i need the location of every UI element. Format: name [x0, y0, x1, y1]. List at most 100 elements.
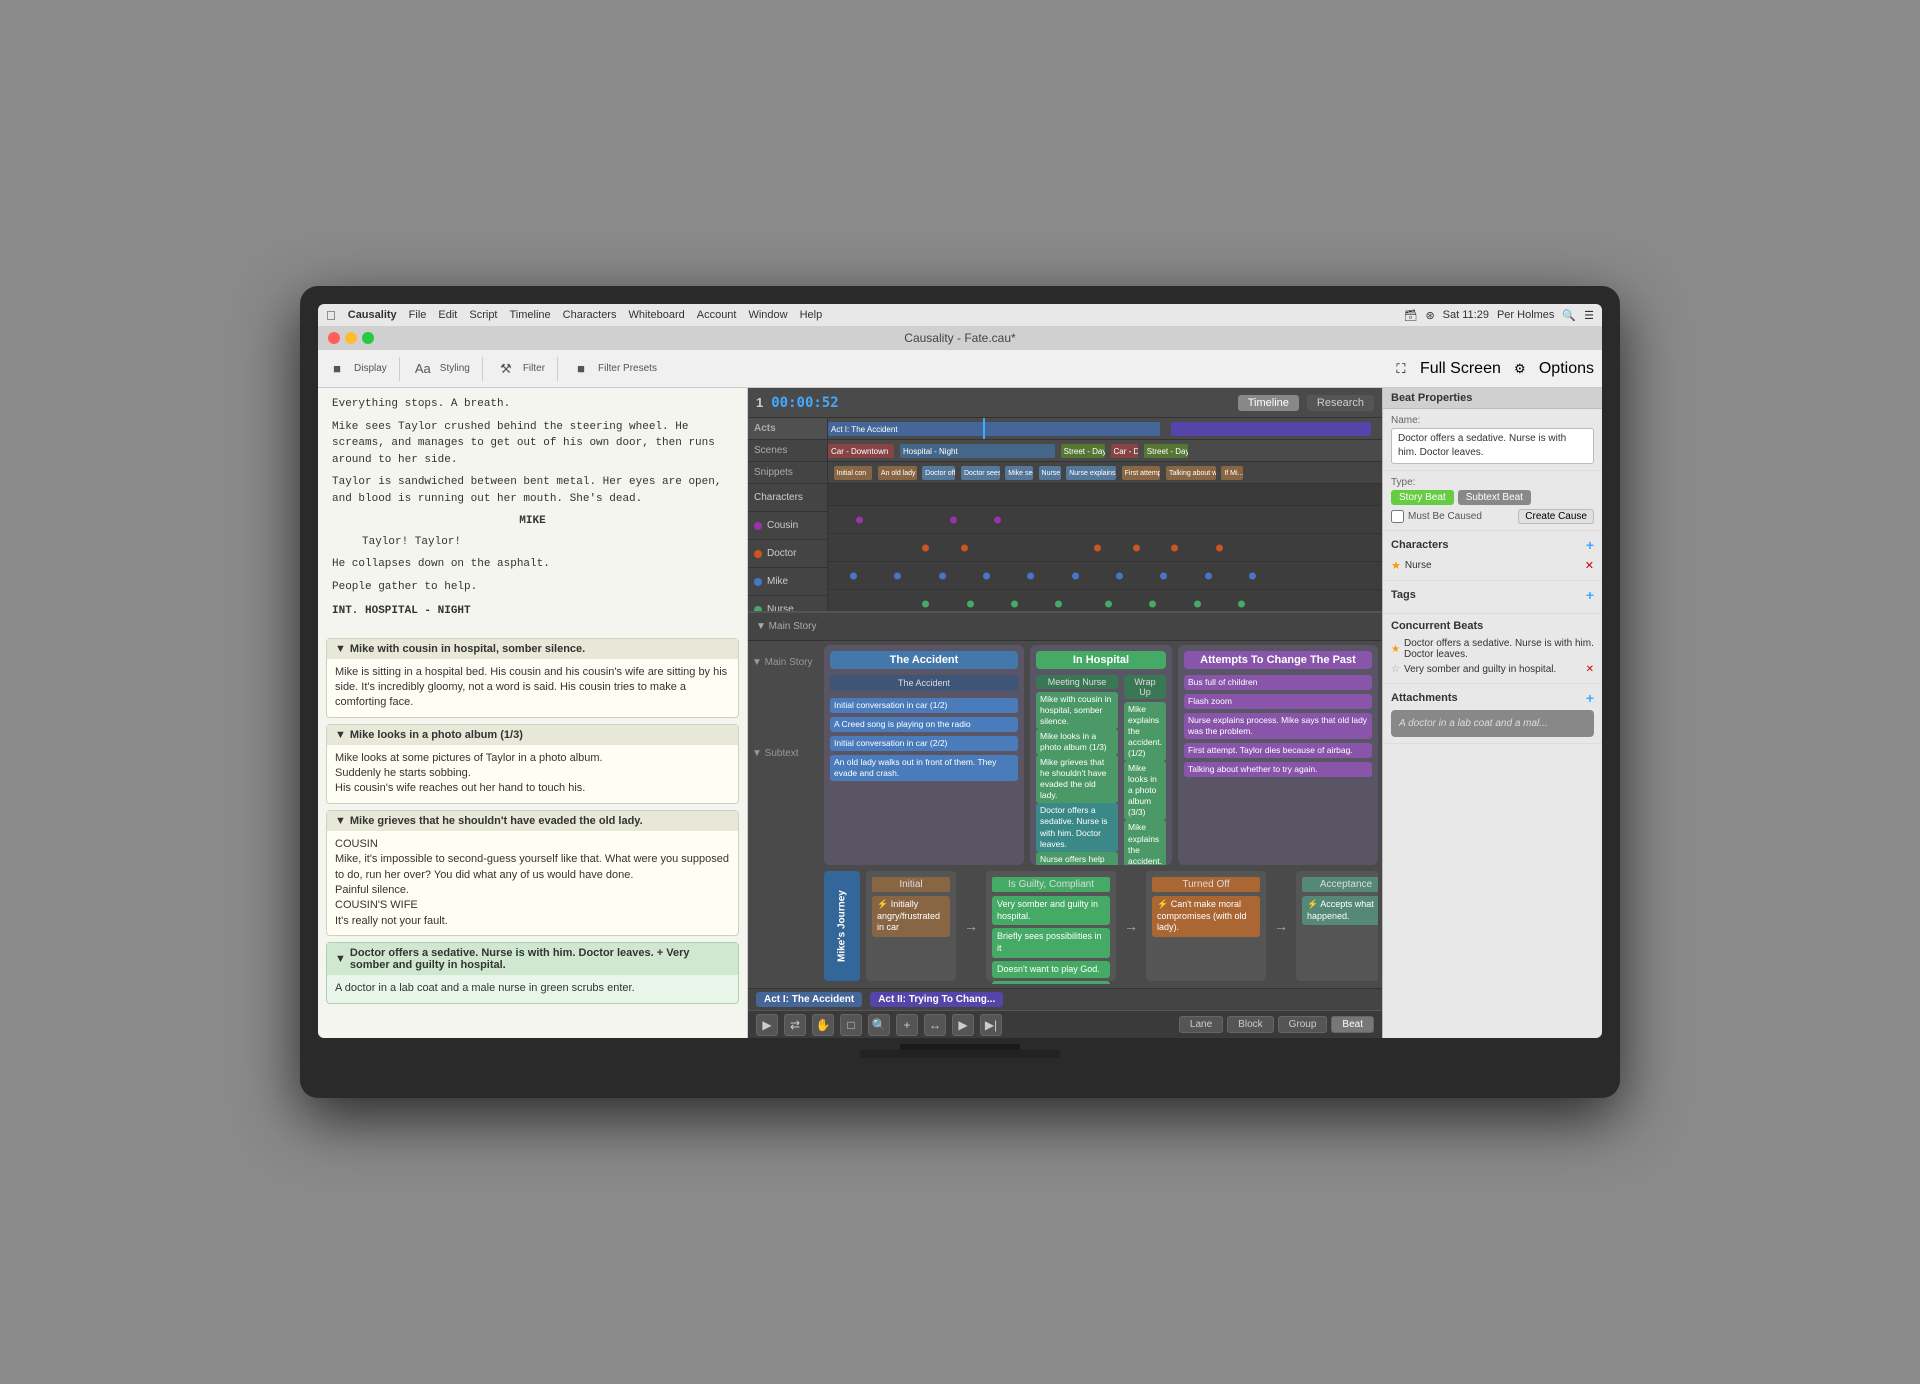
bp-beat-item-1: ★ Doctor offers a sedative. Nurse is wit…: [1391, 636, 1594, 662]
tool-skip[interactable]: ▶|: [980, 1014, 1002, 1036]
filter-icon[interactable]: ⚒: [495, 358, 517, 380]
act2-bar: [1171, 422, 1370, 436]
toolbar: ■ Display Aa Styling ⚒ Filter ■ Filter P…: [318, 350, 1602, 388]
subtext-guilty-card-1[interactable]: Very somber and guilty in hospital.: [992, 896, 1110, 925]
subtext-guilty-card-4[interactable]: Follows instructions without objecting: [992, 981, 1110, 984]
wb-act2-cols: Meeting Nurse Mike with cousin in hospit…: [1036, 675, 1166, 865]
tool-frame[interactable]: □: [840, 1014, 862, 1036]
menubar-right: 🗃 ⊛ Sat 11:29 Per Holmes 🔍 ☰: [1403, 309, 1594, 322]
wb-act2-wrapup-1[interactable]: Mike explains the accident. (1/2): [1124, 702, 1166, 761]
timeline-complete: Acts Scenes Snippets Characters Cousin D…: [748, 418, 1382, 613]
menu-edit[interactable]: Edit: [438, 309, 457, 321]
tool-zoom-in[interactable]: +: [896, 1014, 918, 1036]
subtext-guilty-card-2[interactable]: Briefly sees possibilities in it: [992, 928, 1110, 957]
wb-act3-card-4[interactable]: First attempt. Taylor dies because of ai…: [1184, 743, 1372, 758]
menu-file[interactable]: File: [409, 309, 427, 321]
tab-timeline[interactable]: Timeline: [1238, 395, 1299, 411]
menu-characters[interactable]: Characters: [563, 309, 617, 321]
wb-act3-card-1[interactable]: Bus full of children: [1184, 675, 1372, 690]
subtext-initial-card[interactable]: ⚡ Initially angry/frustrated in car: [872, 896, 950, 937]
wb-act2-card-2[interactable]: Mike looks in a photo album (1/3): [1036, 729, 1118, 755]
app-name: Causality: [348, 309, 397, 321]
subtext-guilty-card-3[interactable]: Doesn't want to play God.: [992, 961, 1110, 979]
wb-act2-card-4[interactable]: Doctor offers a sedative. Nurse is with …: [1036, 803, 1118, 851]
bp-type-subtext-btn[interactable]: Subtext Beat: [1458, 490, 1531, 505]
script-panel[interactable]: Everything stops. A breath. Mike sees Ta…: [318, 388, 748, 1038]
toolbar-filter-group: ⚒ Filter: [495, 358, 545, 380]
snip-old-lady: An old lady w...: [878, 466, 917, 480]
wb-act1-card-2[interactable]: A Creed song is playing on the radio: [830, 717, 1018, 732]
bp-add-attachment-btn[interactable]: +: [1586, 690, 1594, 706]
script-line-4: He collapses down on the asphalt.: [332, 556, 733, 573]
must-be-caused-checkbox[interactable]: [1391, 510, 1404, 523]
timeline-header: 1 00:00:52 Timeline Research: [748, 388, 1382, 418]
wb-act2-card-1[interactable]: Mike with cousin in hospital, somber sil…: [1036, 692, 1118, 729]
bp-type-story-btn[interactable]: Story Beat: [1391, 490, 1454, 505]
wb-act2-card-3[interactable]: Mike grieves that he shouldn't have evad…: [1036, 755, 1118, 803]
toolbar-separator-3: [557, 357, 558, 381]
wb-act1-card-3[interactable]: Initial conversation in car (2/2): [830, 736, 1018, 751]
wb-act1-container: The Accident The Accident Initial conver…: [824, 645, 1024, 865]
monitor-base-wrapper: [318, 1050, 1602, 1058]
beat-card-1-header[interactable]: ▼ Mike with cousin in hospital, somber s…: [327, 639, 738, 659]
tool-zoom-out[interactable]: 🔍: [868, 1014, 890, 1036]
wb-act2-wrapup-3[interactable]: Mike explains the accident. (2/2): [1124, 820, 1166, 865]
wb-act2-card-5[interactable]: Nurse offers help: [1036, 852, 1118, 865]
bp-attachment-image[interactable]: A doctor in a lab coat and a mal...: [1391, 710, 1594, 737]
menu-help[interactable]: Help: [800, 309, 823, 321]
minimize-button[interactable]: [345, 332, 357, 344]
snip-doctor-sees: Doctor sees Mik: [961, 466, 1000, 480]
view-block[interactable]: Block: [1227, 1016, 1273, 1033]
wb-act3-card-5[interactable]: Talking about whether to try again.: [1184, 762, 1372, 777]
maximize-button[interactable]: [362, 332, 374, 344]
full-screen-icon[interactable]: ⛶: [1390, 358, 1412, 380]
bp-add-tag-btn[interactable]: +: [1586, 587, 1594, 603]
subtext-label[interactable]: ▼ Subtext: [752, 748, 824, 759]
search-icon[interactable]: 🔍: [1562, 309, 1576, 322]
menu-account[interactable]: Account: [697, 309, 737, 321]
beat-card-4: ▼ Doctor offers a sedative. Nurse is wit…: [326, 942, 739, 1003]
close-button[interactable]: [328, 332, 340, 344]
display-icon[interactable]: ■: [326, 358, 348, 380]
subtext-turned-off-card[interactable]: ⚡ Can't make moral compromises (with old…: [1152, 896, 1260, 937]
subtext-acceptance-card[interactable]: ⚡ Accepts what happened.: [1302, 896, 1378, 925]
wb-act3-card-3[interactable]: Nurse explains process. Mike says that o…: [1184, 713, 1372, 739]
menu-whiteboard[interactable]: Whiteboard: [628, 309, 684, 321]
main-story-label[interactable]: ▼ Main Story: [752, 657, 824, 668]
wb-act2-wrapup-2[interactable]: Mike looks in a photo album (3/3): [1124, 761, 1166, 820]
beat-card-4-title: Doctor offers a sedative. Nurse is with …: [350, 947, 730, 971]
options-icon[interactable]: ⚙: [1509, 358, 1531, 380]
beat-card-2-header[interactable]: ▼ Mike looks in a photo album (1/3): [327, 725, 738, 745]
bp-type-label: Type:: [1391, 477, 1594, 488]
menu-window[interactable]: Window: [748, 309, 787, 321]
filter-presets-icon[interactable]: ■: [570, 358, 592, 380]
bp-beat2-remove[interactable]: ✕: [1586, 664, 1594, 675]
wb-act1-card-4[interactable]: An old lady walks out in front of them. …: [830, 755, 1018, 781]
filter-presets-label: Filter Presets: [598, 363, 657, 374]
tool-swap[interactable]: ⇄: [784, 1014, 806, 1036]
tab-research[interactable]: Research: [1307, 395, 1374, 411]
menu-timeline[interactable]: Timeline: [510, 309, 551, 321]
view-lane[interactable]: Lane: [1179, 1016, 1223, 1033]
tool-cursor[interactable]: ▶: [756, 1014, 778, 1036]
wb-act3-container: Attempts To Change The Past Bus full of …: [1178, 645, 1378, 865]
beat-card-3-header[interactable]: ▼ Mike grieves that he shouldn't have ev…: [327, 811, 738, 831]
view-beat[interactable]: Beat: [1331, 1016, 1374, 1033]
script-text-area: Everything stops. A breath. Mike sees Ta…: [318, 388, 747, 632]
styling-icon[interactable]: Aa: [412, 358, 434, 380]
menu-script[interactable]: Script: [469, 309, 497, 321]
wb-act3-card-2[interactable]: Flash zoom: [1184, 694, 1372, 709]
titlebar: Causality - Fate.cau*: [318, 326, 1602, 350]
tool-play[interactable]: ▶: [952, 1014, 974, 1036]
tool-zoom-fit[interactable]: ↔: [924, 1014, 946, 1036]
menu-icon[interactable]: ☰: [1584, 309, 1594, 322]
bp-name-value[interactable]: Doctor offers a sedative. Nurse is with …: [1391, 428, 1594, 464]
bp-char-nurse-star: ★: [1391, 559, 1401, 572]
create-cause-btn[interactable]: Create Cause: [1518, 509, 1594, 524]
view-group[interactable]: Group: [1278, 1016, 1328, 1033]
wb-act1-card-1[interactable]: Initial conversation in car (1/2): [830, 698, 1018, 713]
tool-hand[interactable]: ✋: [812, 1014, 834, 1036]
bp-char-nurse-remove[interactable]: ✕: [1585, 559, 1594, 572]
beat-card-4-header[interactable]: ▼ Doctor offers a sedative. Nurse is wit…: [327, 943, 738, 975]
bp-add-character-btn[interactable]: +: [1586, 537, 1594, 553]
